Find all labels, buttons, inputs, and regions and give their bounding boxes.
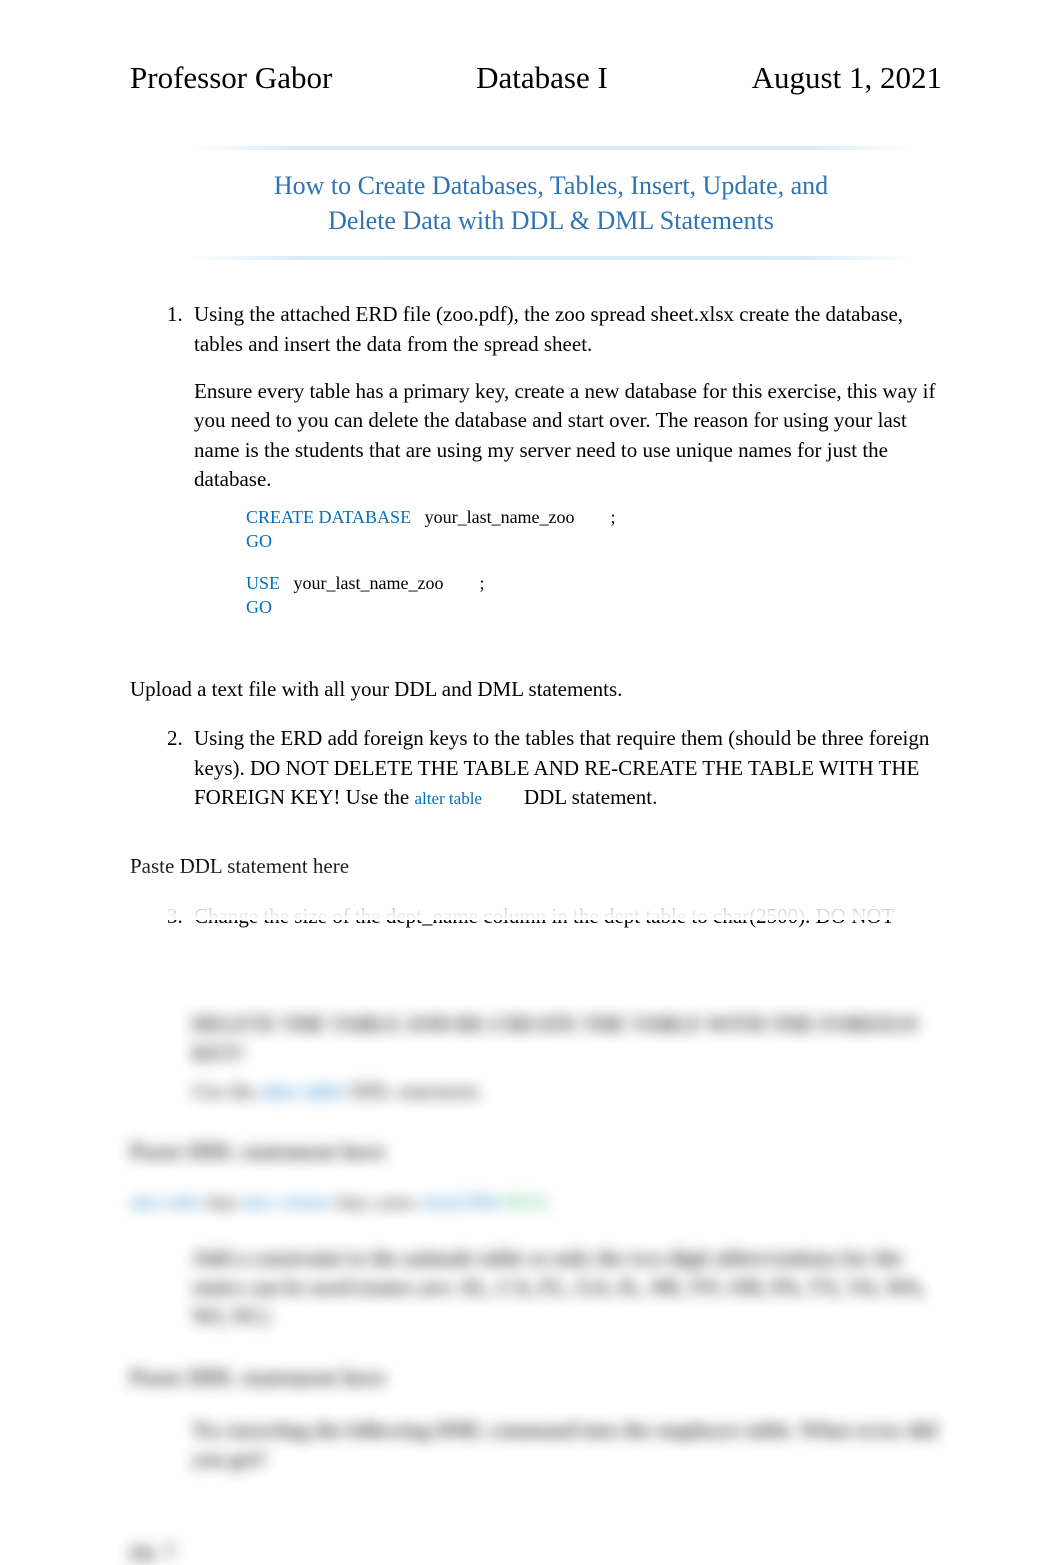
code-line-4: GO [246, 595, 942, 619]
q2-alter-inline: alter table [414, 789, 482, 808]
header-left: Professor Gabor [130, 60, 332, 96]
q2-text-b: DDL statement. [519, 785, 658, 809]
question-list: Using the attached ERD file (zoo.pdf), t… [188, 300, 942, 494]
code-line-1: CREATE DATABASE your_last_name_zoo ; [246, 505, 942, 529]
question-2: Using the ERD add foreign keys to the ta… [188, 724, 942, 812]
sql-keyword-use: USE [246, 573, 280, 593]
sql-dbname-2: your_last_name_zoo [294, 573, 444, 593]
blurred-preview: DELETE THE TABLE AND RE-CREATE THE TABLE… [130, 1010, 942, 1565]
header-right: August 1, 2021 [752, 60, 942, 96]
q1-text: Using the attached ERD file (zoo.pdf), t… [194, 302, 903, 355]
header-center: Database I [476, 60, 608, 96]
sql-keyword-create: CREATE DATABASE [246, 507, 411, 527]
q3-text: Change the size of the dept_name column … [194, 904, 894, 928]
content-body: Using the attached ERD file (zoo.pdf), t… [130, 300, 942, 931]
q1-para2: Ensure every table has a primary key, cr… [194, 379, 935, 491]
page-header: Professor Gabor Database I August 1, 202… [130, 60, 942, 96]
title-block: How to Create Databases, Tables, Insert,… [190, 146, 912, 260]
question-3: Change the size of the dept_name column … [188, 902, 942, 931]
title-rule-bottom [190, 256, 912, 260]
sql-dbname-1: your_last_name_zoo [425, 507, 575, 527]
question-list-2: Using the ERD add foreign keys to the ta… [188, 724, 942, 812]
sql-keyword-go-1: GO [246, 531, 272, 551]
sql-keyword-go-2: GO [246, 597, 272, 617]
sql-semi-2: ; [479, 573, 484, 593]
sql-semi-1: ; [611, 507, 616, 527]
question-list-3: Change the size of the dept_name column … [188, 902, 942, 931]
upload-instruction: Upload a text file with all your DDL and… [130, 675, 942, 704]
document-title: How to Create Databases, Tables, Insert,… [190, 150, 912, 256]
code-line-3: USE your_last_name_zoo ; [246, 571, 942, 595]
question-1: Using the attached ERD file (zoo.pdf), t… [188, 300, 942, 494]
code-line-2: GO [246, 529, 942, 553]
sql-code-block: CREATE DATABASE your_last_name_zoo ; GO … [246, 505, 942, 620]
paste-instruction-1: Paste DDL statement here [130, 852, 942, 881]
